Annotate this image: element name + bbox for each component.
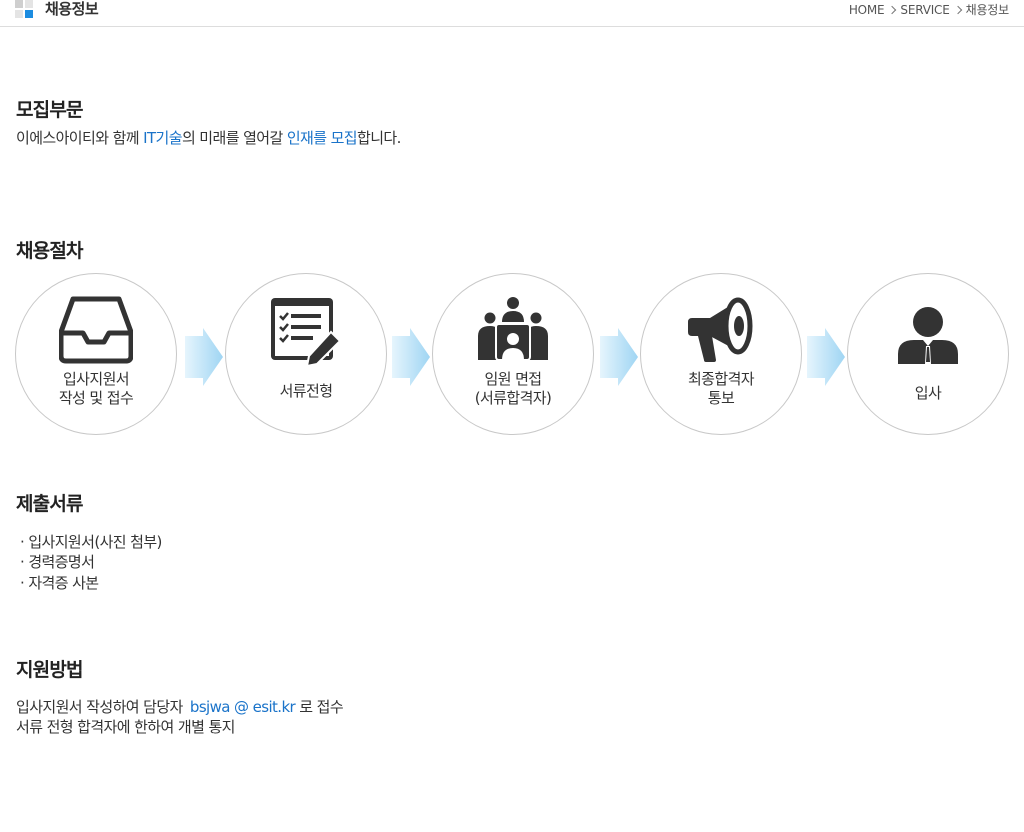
step-label-line1: 임원 면접 bbox=[484, 370, 543, 388]
breadcrumb-current: 채용정보 bbox=[965, 3, 1010, 17]
recruit-text-highlight: IT기술 bbox=[143, 129, 182, 147]
page-title: 채용정보 bbox=[45, 0, 99, 18]
breadcrumb-service[interactable]: SERVICE bbox=[900, 2, 949, 18]
process-title: 채용절차 bbox=[16, 240, 84, 262]
list-item: · 자격증 사본 bbox=[20, 574, 99, 592]
apply-method-line1: 입사지원서 작성하여 담당자 bsjwa @ esit.kr 로 접수 bbox=[16, 697, 344, 717]
step-label-line1: 서류전형 bbox=[279, 382, 333, 400]
apply-method-line2: 서류 전형 합격자에 한하여 개별 통지 bbox=[16, 718, 235, 736]
arrow-right-icon bbox=[600, 328, 638, 386]
recruit-field-text: 이에스아이티와 함께 IT기술의 미래를 열어갈 인재를 모집합니다. bbox=[16, 128, 401, 148]
process-step-apply: 입사지원서 작성 및 접수 bbox=[15, 273, 177, 435]
process-step-join: 입사 bbox=[847, 273, 1009, 435]
person-icon bbox=[898, 307, 958, 364]
recruit-text-highlight: 인재를 모집 bbox=[286, 129, 358, 147]
document-edit-icon bbox=[271, 298, 342, 368]
arrow-right-icon bbox=[807, 328, 845, 386]
step-label-line2: 작성 및 접수 bbox=[58, 389, 134, 407]
list-item: · 경력증명서 bbox=[20, 553, 95, 571]
process-step-document-screening: 서류전형 bbox=[225, 273, 387, 435]
recruit-text-part: 합니다. bbox=[357, 129, 401, 147]
process-step-interview: 임원 면접 (서류합격자) bbox=[432, 273, 594, 435]
arrow-right-icon bbox=[185, 328, 223, 386]
step-label-line2: (서류합격자) bbox=[474, 389, 552, 407]
inbox-tray-icon bbox=[59, 296, 133, 364]
step-label-line1: 입사 bbox=[914, 384, 942, 402]
arrow-right-icon bbox=[392, 328, 430, 386]
recruit-field-title: 모집부문 bbox=[16, 99, 84, 121]
breadcrumb: HOME SERVICE 채용정보 bbox=[849, 2, 1009, 18]
chevron-right-icon bbox=[953, 5, 962, 15]
section-logo-icon bbox=[15, 0, 33, 18]
megaphone-icon bbox=[688, 297, 753, 362]
recruit-text-part: 이에스아이티와 함께 bbox=[16, 129, 144, 147]
process-step-final-notice: 최종합격자 통보 bbox=[640, 273, 802, 435]
meeting-icon bbox=[478, 297, 548, 361]
list-item: · 입사지원서(사진 첨부) bbox=[20, 533, 162, 551]
top-bar: 채용정보 HOME SERVICE 채용정보 bbox=[0, 0, 1024, 27]
chevron-right-icon bbox=[888, 5, 897, 15]
contact-email-link[interactable]: bsjwa @ esit.kr bbox=[190, 698, 296, 716]
breadcrumb-home[interactable]: HOME bbox=[849, 2, 885, 18]
apply-text-part: 입사지원서 작성하여 담당자 bbox=[16, 698, 187, 716]
step-label-line1: 입사지원서 bbox=[62, 370, 130, 388]
step-label-line1: 최종합격자 bbox=[687, 370, 755, 388]
apply-text-part: 로 접수 bbox=[295, 698, 344, 716]
documents-title: 제출서류 bbox=[16, 493, 84, 515]
recruit-text-part: 의 미래를 열어갈 bbox=[181, 129, 287, 147]
step-label-line2: 통보 bbox=[707, 389, 735, 407]
apply-method-title: 지원방법 bbox=[16, 659, 84, 681]
